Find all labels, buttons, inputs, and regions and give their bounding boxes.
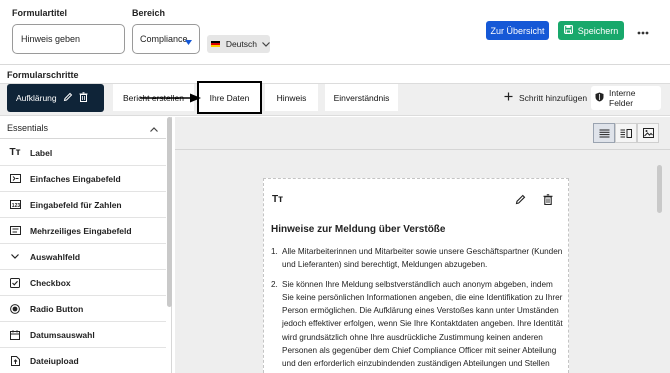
svg-text:123: 123 [11,203,20,209]
save-icon [563,25,573,36]
list-view-icon[interactable] [593,123,615,143]
plus-icon [504,92,513,103]
edit-icon[interactable] [63,92,73,104]
textarea-icon [0,226,30,235]
header-divider [0,64,670,65]
area-label: Bereich [132,8,166,18]
step-hinweis[interactable]: Hinweis [265,84,318,111]
edit-icon[interactable] [515,194,526,208]
area-select[interactable]: Compliance [132,24,200,54]
sidebar-item-input-field[interactable]: Einfaches Eingabefeld [0,166,166,192]
list-item: 2. Sie können Ihre Meldung selbstverstän… [271,279,563,373]
sidebar-item-label[interactable]: Tт Label [0,140,166,166]
chevron-up-icon[interactable] [150,124,158,134]
arrow-annotation [140,93,202,106]
checkbox-icon [0,277,30,288]
sidebar-item-number-field[interactable]: 123 Eingabefeld für Zahlen [0,192,166,218]
overview-button[interactable]: Zur Übersicht [486,21,549,40]
language-select[interactable]: Deutsch [207,35,270,53]
essentials-header[interactable]: Essentials [0,117,166,139]
text-type-icon: Tт [272,194,284,205]
sidebar-item-select[interactable]: Auswahlfeld [0,244,166,270]
add-step-button[interactable]: Schritt hinzufügen [504,92,587,103]
trash-icon[interactable] [543,194,553,208]
text-type-icon: Tт [9,147,21,158]
input-field-icon [0,174,30,183]
germany-flag-icon [211,40,220,48]
form-title-value: Hinweis geben [21,34,81,44]
chevron-down-icon [262,39,270,49]
internal-fields-button[interactable]: Interne Felder [591,86,661,110]
canvas-toolbar-divider [175,149,670,150]
card-rules-list: 1. Alle Mitarbeiterinnen und Mitarbeiter… [271,245,563,373]
sidebar-item-radio[interactable]: Radio Button [0,296,166,322]
language-value: Deutsch [225,39,257,49]
canvas-scrollbar[interactable] [657,165,662,213]
sidebar-scrollbar[interactable] [167,117,172,307]
sidebar-item-textarea[interactable]: Mehrzeiliges Eingabefeld [0,218,166,244]
label-element-card[interactable]: Tт Hinweise zur Meldung über Verstöße 1.… [263,178,569,373]
number-field-icon: 123 [0,200,30,209]
save-button[interactable]: Speichern [558,21,624,40]
sidebar-item-checkbox[interactable]: Checkbox [0,270,166,296]
split-view-icon[interactable] [615,123,637,143]
form-title-input[interactable]: Hinweis geben [12,24,125,54]
form-title-label: Formulartitel [12,8,68,18]
sidebar-item-upload[interactable]: Dateiupload [0,348,166,373]
step-einverstaendnis[interactable]: Einverständnis [325,84,398,111]
list-item: 1. Alle Mitarbeiterinnen und Mitarbeiter… [271,247,563,270]
shield-icon [595,92,604,104]
step-aufklaerung[interactable]: Aufklärung [7,84,104,112]
area-value: Compliance [140,34,188,44]
chevron-down-icon [0,254,30,259]
form-steps-label: Formularschritte [7,70,79,80]
elements-sidebar: Essentials Tт Label Einfaches Eingabefel… [0,117,172,373]
file-upload-icon [0,355,30,366]
more-horizontal-icon[interactable] [637,27,649,38]
caret-down-icon [185,37,192,47]
radio-button-icon [0,303,30,314]
sidebar-item-date[interactable]: Datumsauswahl [0,322,166,348]
calendar-icon [0,329,30,340]
trash-icon[interactable] [79,92,88,104]
step-ihre-daten[interactable]: Ihre Daten [197,81,262,114]
image-view-icon[interactable] [637,123,659,143]
card-heading: Hinweise zur Meldung über Verstöße [271,224,446,235]
